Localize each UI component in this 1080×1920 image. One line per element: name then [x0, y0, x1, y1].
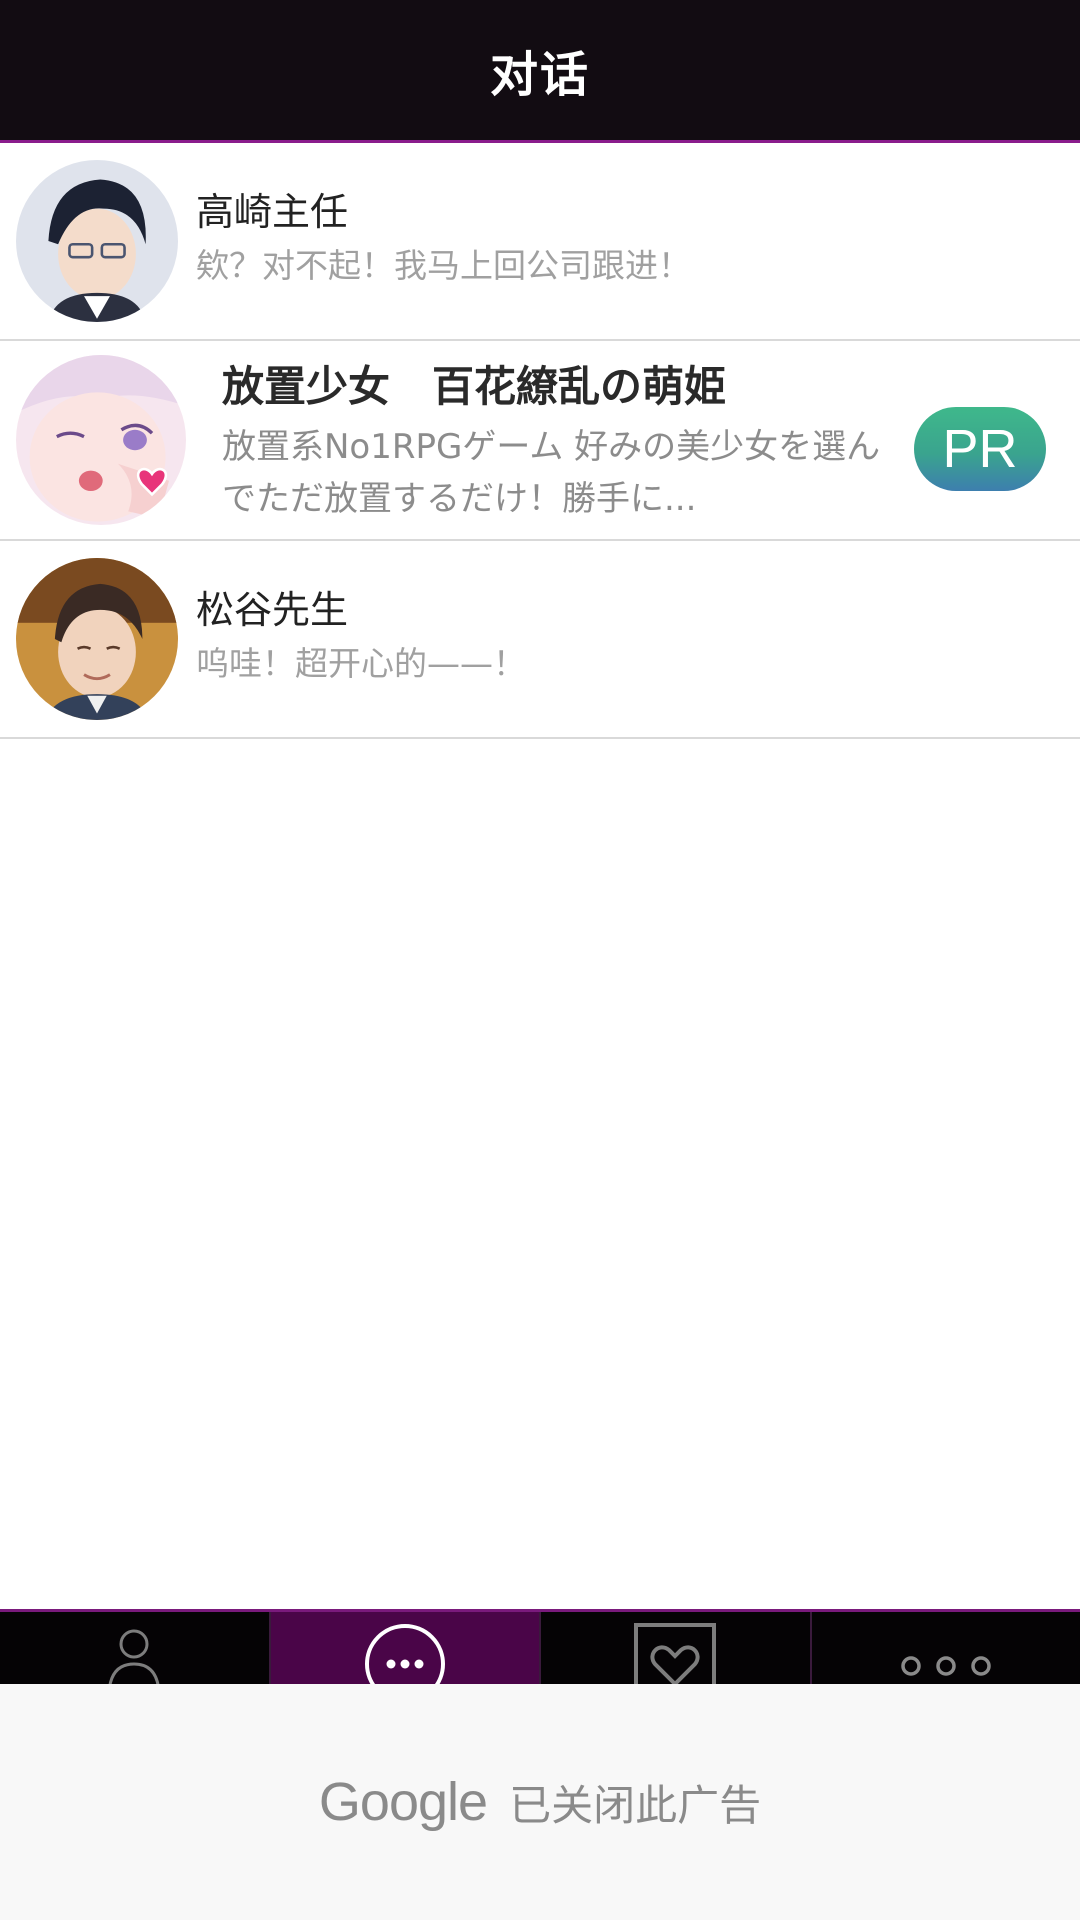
tab-chat[interactable] — [270, 1612, 541, 1687]
conversation-item[interactable]: 松谷先生 呜哇！超开心的——！ — [0, 541, 1080, 739]
conversation-preview: 呜哇！超开心的——！ — [196, 644, 526, 683]
bottom-tab-bar — [0, 1609, 1080, 1687]
person-icon — [108, 1629, 161, 1687]
page-title: 对话 — [489, 47, 590, 103]
conversation-preview: 欸？对不起！我马上回公司跟进！ — [196, 246, 691, 285]
male-glasses-avatar-icon — [16, 160, 178, 322]
conversation-name: 松谷先生 — [196, 588, 349, 632]
more-dots-icon — [901, 1656, 991, 1676]
tab-favorites[interactable] — [541, 1612, 812, 1687]
ad-closed-banner: Google 已关闭此广告 — [0, 1684, 1080, 1920]
sponsored-title: 放置少女 百花繚乱の萌姫 — [222, 362, 727, 411]
conversation-item[interactable]: 高崎主任 欸？对不起！我马上回公司跟进！ — [0, 143, 1080, 341]
anime-girl-avatar-icon — [16, 355, 186, 525]
sponsored-description: 放置系No1RPGゲーム 好みの美少女を選んでただ放置するだけ！勝手に... — [222, 427, 881, 519]
tab-profile[interactable] — [0, 1612, 271, 1687]
conversation-list: 高崎主任 欸？对不起！我马上回公司跟进！ 放置少女 百花繚乱の萌姫 放置系No1… — [0, 143, 1080, 739]
top-header: 对话 — [0, 0, 1080, 143]
tab-more[interactable] — [812, 1612, 1080, 1687]
sponsored-item[interactable]: 放置少女 百花繚乱の萌姫 放置系No1RPGゲーム 好みの美少女を選んでただ放置… — [0, 341, 1080, 541]
google-logo: Google — [318, 1772, 488, 1832]
avatar — [16, 355, 186, 525]
avatar — [16, 558, 178, 720]
male-smile-avatar-icon — [16, 558, 178, 720]
heart-frame-icon — [634, 1623, 717, 1687]
pr-badge[interactable]: PR — [914, 407, 1046, 491]
ad-closed-message: 已关闭此广告 — [509, 1780, 762, 1830]
chat-bubble-icon — [364, 1624, 445, 1687]
avatar — [16, 160, 178, 322]
conversation-name: 高崎主任 — [196, 190, 349, 234]
